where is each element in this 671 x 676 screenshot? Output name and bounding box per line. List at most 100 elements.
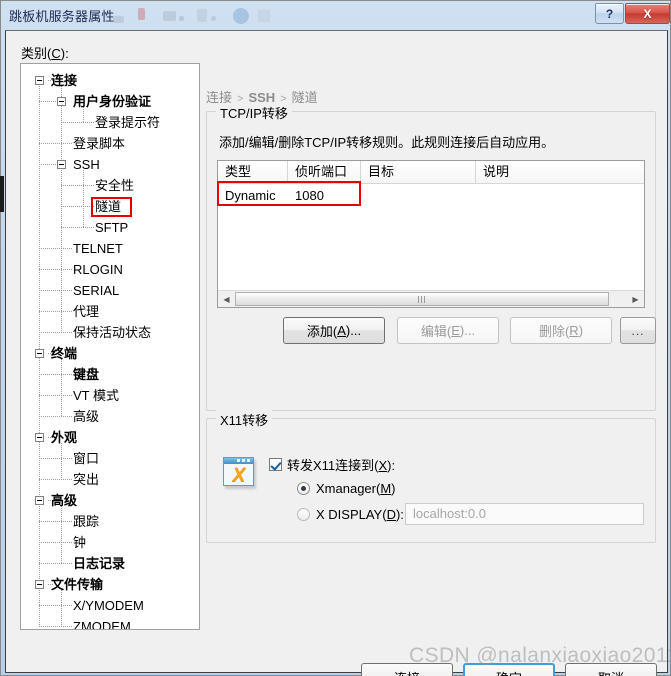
tree-item-label: 窗口 [73, 451, 100, 466]
tree-item-vt[interactable]: VT 模式 [21, 385, 199, 406]
window-controls: ? X [595, 3, 670, 26]
tree-item-[interactable]: 用户身份验证 [21, 91, 199, 112]
title-bar-ghost-icons [111, 5, 281, 27]
scrollbar-track[interactable] [235, 291, 627, 307]
column-header-destination[interactable]: 目标 [361, 161, 476, 183]
cancel-button[interactable]: 取消 [565, 663, 657, 676]
tree-item-label: 代理 [73, 304, 100, 319]
help-button[interactable]: ? [595, 3, 624, 24]
xdisplay-input[interactable]: localhost:0.0 [405, 503, 644, 525]
table-horizontal-scrollbar[interactable]: ◀ ▶ [218, 290, 644, 307]
tree-item-ssh[interactable]: SSH [21, 154, 199, 175]
tcpip-description: 添加/编辑/删除TCP/IP转移规则。此规则连接后自动应用。 [219, 135, 555, 150]
tree-expander-collapse-icon[interactable] [35, 496, 44, 505]
x11-forwarding-group: X11转移 X 转发X11连接到(X): Xmanager(M) X DISPL… [206, 410, 656, 543]
column-header-type[interactable]: 类型 [218, 161, 288, 183]
close-button[interactable]: X [625, 3, 670, 24]
connect-button[interactable]: 连接 [361, 663, 453, 676]
tree-item-[interactable]: 保持活动状态 [21, 322, 199, 343]
tree-item-label: X/YMODEM [73, 598, 144, 613]
scroll-right-arrow-icon[interactable]: ▶ [627, 291, 644, 307]
tree-item-telnet[interactable]: TELNET [21, 238, 199, 259]
xdisplay-radio-row[interactable]: X DISPLAY(D): [297, 507, 404, 522]
tree-item-label: RLOGIN [73, 262, 123, 277]
tree-item-[interactable]: 登录脚本 [21, 133, 199, 154]
forward-x11-checkbox-row[interactable]: 转发X11连接到(X): [269, 455, 395, 474]
dialog-body: 类别(C): 连接 用户身份验证 登录提示符 登录脚本 SSH 安全性 隧道 SFTP TELN… [5, 30, 668, 676]
tree-item-[interactable]: 文件传输 [21, 574, 199, 595]
table-header-row: 类型 侦听端口 目标 说明 [218, 161, 644, 184]
tree-expander-collapse-icon[interactable] [35, 580, 44, 589]
tree-item-[interactable]: 代理 [21, 301, 199, 322]
tree-item-[interactable]: 高级 [21, 406, 199, 427]
tree-item-label: 文件传输 [51, 577, 104, 592]
xmanager-icon: X [220, 455, 258, 493]
scrollbar-thumb[interactable] [235, 292, 609, 306]
tree-item-[interactable]: 日志记录 [21, 553, 199, 574]
tree-item-serial[interactable]: SERIAL [21, 280, 199, 301]
table-row[interactable]: Dynamic 1080 [218, 184, 644, 206]
tree-expander-collapse-icon[interactable] [57, 160, 66, 169]
tree-expander-collapse-icon[interactable] [35, 76, 44, 85]
forward-x11-label: 转发X11连接到(X): [287, 458, 396, 473]
tree-item-rlogin[interactable]: RLOGIN [21, 259, 199, 280]
tree-item-label: TELNET [73, 241, 123, 256]
tree-item-label: 终端 [51, 346, 78, 361]
tree-item-[interactable]: 终端 [21, 343, 199, 364]
window-title: 跳板机服务器属性 [9, 9, 115, 24]
ok-button[interactable]: 确定 [463, 663, 555, 676]
tree-item-[interactable]: 突出 [21, 469, 199, 490]
scroll-left-arrow-icon[interactable]: ◀ [218, 291, 235, 307]
tree-item-sftp[interactable]: SFTP [21, 217, 199, 238]
xshell-session-properties-dialog: 跳板机服务器属性 ? X 类别(C): 连接 用户身份验证 登录提示符 登录脚本… [0, 0, 671, 676]
category-tree-panel[interactable]: 连接 用户身份验证 登录提示符 登录脚本 SSH 安全性 隧道 SFTP TELNET RLOGI… [20, 63, 200, 630]
tree-item-[interactable]: 连接 [21, 70, 199, 91]
ghost-icon-4 [179, 16, 184, 21]
xdisplay-radio[interactable] [297, 508, 310, 521]
tree-item-label: 跟踪 [73, 514, 100, 529]
tree-item-[interactable]: 键盘 [21, 364, 199, 385]
xmanager-radio-row[interactable]: Xmanager(M) [297, 481, 396, 496]
edit-accel: E [451, 323, 460, 338]
tree-item-label: 钟 [73, 535, 87, 550]
tree-item-[interactable]: 安全性 [21, 175, 199, 196]
settings-content-pane: 连接 > SSH > 隧道 TCP/IP转移 添加/编辑/删除TCP/IP转移规则。此规… [206, 63, 656, 630]
tree-item-label: 登录提示符 [95, 115, 161, 130]
tree-item-[interactable]: 外观 [21, 427, 199, 448]
forward-x11-accel: X [378, 458, 388, 473]
tree-item-label: 安全性 [95, 178, 135, 193]
xmanager-accel: M [380, 481, 392, 496]
forward-x11-checkbox[interactable] [269, 458, 282, 471]
tree-expander-collapse-icon[interactable] [57, 97, 66, 106]
tree-item-zmodem[interactable]: ZMODEM [21, 616, 199, 629]
delete-rule-button[interactable]: 删除(R) [510, 317, 612, 344]
add-rule-button[interactable]: 添加(A)... [283, 317, 385, 344]
tree-item-label: SFTP [95, 220, 129, 235]
xmanager-radio[interactable] [297, 482, 310, 495]
tree-item-label: 外观 [51, 430, 78, 445]
ghost-icon-1 [113, 16, 124, 23]
column-header-description[interactable]: 说明 [476, 161, 644, 183]
tree-item-[interactable]: 高级 [21, 490, 199, 511]
tree-item-label: 用户身份验证 [73, 94, 152, 109]
tree-item-[interactable]: 跟踪 [21, 511, 199, 532]
tree-item-label: 登录脚本 [73, 136, 126, 151]
selected-node-highlight [91, 197, 132, 217]
tree-expander-collapse-icon[interactable] [35, 433, 44, 442]
tree-item-x-ymodem[interactable]: X/YMODEM [21, 595, 199, 616]
tree-item-[interactable]: 登录提示符 [21, 112, 199, 133]
tree-item-[interactable]: 窗口 [21, 448, 199, 469]
ghost-icon-2 [138, 8, 145, 20]
edit-rule-button[interactable]: 编辑(E)... [397, 317, 499, 344]
scrollbar-grip-icon [418, 295, 426, 303]
column-header-listen-port[interactable]: 侦听端口 [288, 161, 361, 183]
ghost-icon-3 [163, 11, 176, 21]
tree-item-[interactable]: 钟 [21, 532, 199, 553]
delete-accel: R [569, 323, 579, 338]
more-options-button[interactable]: ... [620, 317, 656, 344]
tree-expander-collapse-icon[interactable] [35, 349, 44, 358]
edge-artifact [0, 176, 4, 212]
tree-item-label: SSH [73, 157, 100, 172]
category-accel: C [51, 46, 61, 61]
forwarding-rules-table[interactable]: 类型 侦听端口 目标 说明 Dynamic 1080 ◀ ▶ [217, 160, 645, 308]
